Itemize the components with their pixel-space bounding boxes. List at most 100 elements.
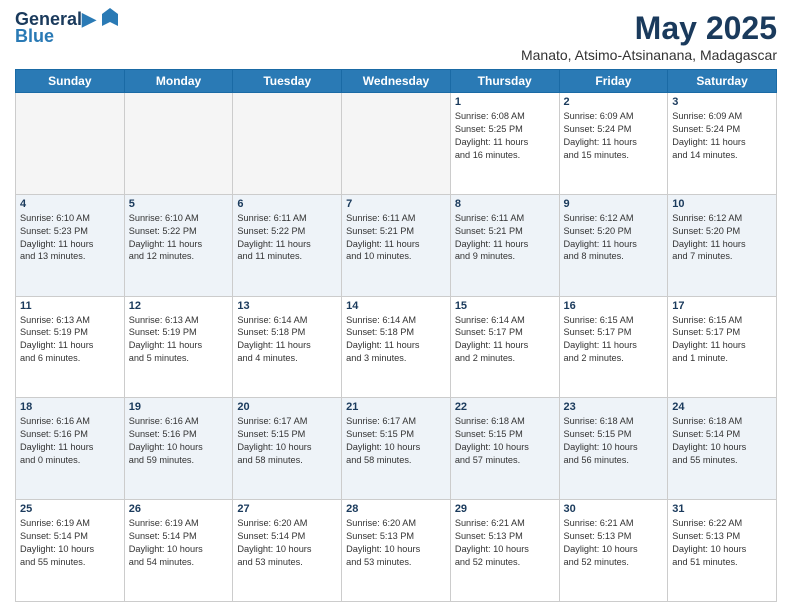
calendar-week-row: 11 Sunrise: 6:13 AM Sunset: 5:19 PM Dayli… [16, 296, 777, 398]
table-row: 28Sunrise: 6:20 AM Sunset: 5:13 PM Dayli… [342, 500, 451, 602]
day-info: Sunrise: 6:14 AM Sunset: 5:18 PM Dayligh… [237, 314, 337, 366]
day-info: Sunrise: 6:21 AM Sunset: 5:13 PM Dayligh… [455, 517, 555, 569]
day-number: 4 [20, 198, 120, 210]
day-number: 28 [346, 503, 446, 515]
table-row: 14 Sunrise: 6:14 AM Sunset: 5:18 PM Dayli… [342, 296, 451, 398]
calendar: Sunday Monday Tuesday Wednesday Thursday… [15, 69, 777, 602]
table-row: 13 Sunrise: 6:14 AM Sunset: 5:18 PM Dayli… [233, 296, 342, 398]
day-number: 20 [237, 401, 337, 413]
table-row: 6 Sunrise: 6:11 AM Sunset: 5:22 PM Daylig… [233, 194, 342, 296]
day-number: 19 [129, 401, 229, 413]
day-number: 7 [346, 198, 446, 210]
table-row: 15Sunrise: 6:14 AM Sunset: 5:17 PM Dayli… [450, 296, 559, 398]
month-title: May 2025 [521, 10, 777, 47]
day-number: 2 [564, 96, 664, 108]
page: General▶ Blue May 2025 Manato, Atsimo-At… [0, 0, 792, 612]
day-info: Sunrise: 6:20 AM Sunset: 5:14 PM Dayligh… [237, 517, 337, 569]
day-number: 30 [564, 503, 664, 515]
day-number: 27 [237, 503, 337, 515]
day-info: Sunrise: 6:11 AM Sunset: 5:21 PM Dayligh… [455, 212, 555, 264]
col-thursday: Thursday [450, 70, 559, 93]
day-number: 31 [672, 503, 772, 515]
table-row: 19 Sunrise: 6:16 AM Sunset: 5:16 PM Dayli… [124, 398, 233, 500]
table-row: 9 Sunrise: 6:12 AM Sunset: 5:20 PM Daylig… [559, 194, 668, 296]
calendar-header-row: Sunday Monday Tuesday Wednesday Thursday… [16, 70, 777, 93]
col-wednesday: Wednesday [342, 70, 451, 93]
table-row: 17 Sunrise: 6:15 AM Sunset: 5:17 PM Dayli… [668, 296, 777, 398]
day-info: Sunrise: 6:13 AM Sunset: 5:19 PM Dayligh… [129, 314, 229, 366]
table-row [16, 93, 125, 195]
table-row: 29Sunrise: 6:21 AM Sunset: 5:13 PM Dayli… [450, 500, 559, 602]
table-row [342, 93, 451, 195]
day-info: Sunrise: 6:08 AM Sunset: 5:25 PM Dayligh… [455, 110, 555, 162]
table-row: 16 Sunrise: 6:15 AM Sunset: 5:17 PM Dayli… [559, 296, 668, 398]
day-number: 1 [455, 96, 555, 108]
day-info: Sunrise: 6:09 AM Sunset: 5:24 PM Dayligh… [564, 110, 664, 162]
day-number: 16 [564, 300, 664, 312]
day-number: 5 [129, 198, 229, 210]
calendar-week-row: 4Sunrise: 6:10 AM Sunset: 5:23 PM Daylig… [16, 194, 777, 296]
day-info: Sunrise: 6:09 AM Sunset: 5:24 PM Dayligh… [672, 110, 772, 162]
table-row: 22 Sunrise: 6:18 AM Sunset: 5:15 PM Dayli… [450, 398, 559, 500]
logo-icon [98, 6, 122, 30]
header: General▶ Blue May 2025 Manato, Atsimo-At… [15, 10, 777, 63]
day-info: Sunrise: 6:22 AM Sunset: 5:13 PM Dayligh… [672, 517, 772, 569]
table-row: 24 Sunrise: 6:18 AM Sunset: 5:14 PM Dayli… [668, 398, 777, 500]
day-number: 18 [20, 401, 120, 413]
day-number: 3 [672, 96, 772, 108]
day-info: Sunrise: 6:17 AM Sunset: 5:15 PM Dayligh… [237, 415, 337, 467]
table-row [124, 93, 233, 195]
table-row: 20 Sunrise: 6:17 AM Sunset: 5:15 PM Dayli… [233, 398, 342, 500]
logo: General▶ Blue [15, 10, 122, 47]
day-number: 26 [129, 503, 229, 515]
day-info: Sunrise: 6:14 AM Sunset: 5:18 PM Dayligh… [346, 314, 446, 366]
title-block: May 2025 Manato, Atsimo-Atsinanana, Mada… [521, 10, 777, 63]
day-info: Sunrise: 6:16 AM Sunset: 5:16 PM Dayligh… [20, 415, 120, 467]
day-info: Sunrise: 6:18 AM Sunset: 5:14 PM Dayligh… [672, 415, 772, 467]
table-row: 2 Sunrise: 6:09 AM Sunset: 5:24 PM Daylig… [559, 93, 668, 195]
day-info: Sunrise: 6:17 AM Sunset: 5:15 PM Dayligh… [346, 415, 446, 467]
day-number: 24 [672, 401, 772, 413]
day-number: 12 [129, 300, 229, 312]
day-info: Sunrise: 6:19 AM Sunset: 5:14 PM Dayligh… [20, 517, 120, 569]
day-number: 23 [564, 401, 664, 413]
day-number: 14 [346, 300, 446, 312]
col-friday: Friday [559, 70, 668, 93]
day-info: Sunrise: 6:12 AM Sunset: 5:20 PM Dayligh… [672, 212, 772, 264]
table-row: 5 Sunrise: 6:10 AM Sunset: 5:22 PM Daylig… [124, 194, 233, 296]
table-row: 3 Sunrise: 6:09 AM Sunset: 5:24 PM Daylig… [668, 93, 777, 195]
table-row: 21 Sunrise: 6:17 AM Sunset: 5:15 PM Dayli… [342, 398, 451, 500]
day-number: 17 [672, 300, 772, 312]
day-number: 21 [346, 401, 446, 413]
day-info: Sunrise: 6:18 AM Sunset: 5:15 PM Dayligh… [564, 415, 664, 467]
day-info: Sunrise: 6:19 AM Sunset: 5:14 PM Dayligh… [129, 517, 229, 569]
day-info: Sunrise: 6:11 AM Sunset: 5:21 PM Dayligh… [346, 212, 446, 264]
calendar-week-row: 1 Sunrise: 6:08 AM Sunset: 5:25 PM Daylig… [16, 93, 777, 195]
day-number: 11 [20, 300, 120, 312]
table-row [233, 93, 342, 195]
day-info: Sunrise: 6:11 AM Sunset: 5:22 PM Dayligh… [237, 212, 337, 264]
col-saturday: Saturday [668, 70, 777, 93]
table-row: 30 Sunrise: 6:21 AM Sunset: 5:13 PM Dayli… [559, 500, 668, 602]
table-row: 8Sunrise: 6:11 AM Sunset: 5:21 PM Daylig… [450, 194, 559, 296]
day-number: 9 [564, 198, 664, 210]
day-info: Sunrise: 6:15 AM Sunset: 5:17 PM Dayligh… [672, 314, 772, 366]
table-row: 1 Sunrise: 6:08 AM Sunset: 5:25 PM Daylig… [450, 93, 559, 195]
location-title: Manato, Atsimo-Atsinanana, Madagascar [521, 47, 777, 63]
day-info: Sunrise: 6:21 AM Sunset: 5:13 PM Dayligh… [564, 517, 664, 569]
day-number: 22 [455, 401, 555, 413]
day-info: Sunrise: 6:14 AM Sunset: 5:17 PM Dayligh… [455, 314, 555, 366]
col-monday: Monday [124, 70, 233, 93]
table-row: 26 Sunrise: 6:19 AM Sunset: 5:14 PM Dayli… [124, 500, 233, 602]
day-info: Sunrise: 6:15 AM Sunset: 5:17 PM Dayligh… [564, 314, 664, 366]
day-info: Sunrise: 6:16 AM Sunset: 5:16 PM Dayligh… [129, 415, 229, 467]
day-number: 13 [237, 300, 337, 312]
day-info: Sunrise: 6:12 AM Sunset: 5:20 PM Dayligh… [564, 212, 664, 264]
col-sunday: Sunday [16, 70, 125, 93]
day-info: Sunrise: 6:18 AM Sunset: 5:15 PM Dayligh… [455, 415, 555, 467]
day-info: Sunrise: 6:10 AM Sunset: 5:22 PM Dayligh… [129, 212, 229, 264]
day-number: 10 [672, 198, 772, 210]
table-row: 4Sunrise: 6:10 AM Sunset: 5:23 PM Daylig… [16, 194, 125, 296]
calendar-week-row: 18 Sunrise: 6:16 AM Sunset: 5:16 PM Dayli… [16, 398, 777, 500]
day-number: 6 [237, 198, 337, 210]
